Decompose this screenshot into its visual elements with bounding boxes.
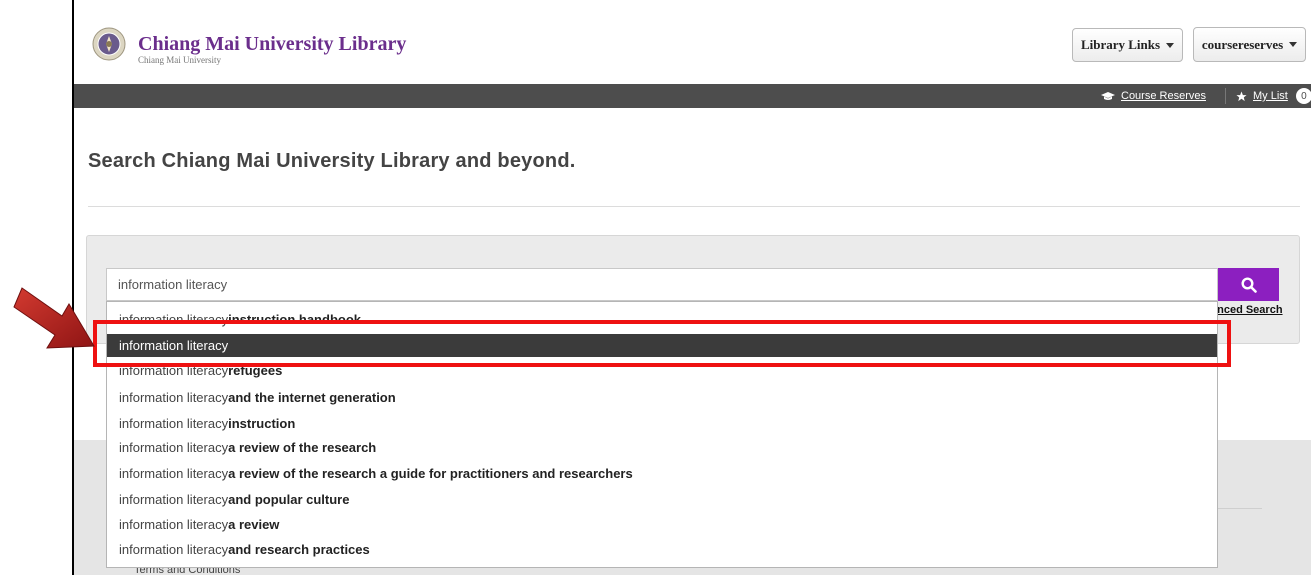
my-list-link[interactable]: My List 0 bbox=[1236, 84, 1311, 108]
suggestion-suffix: instruction bbox=[228, 416, 296, 431]
suggestion-prefix: information literacy bbox=[119, 542, 229, 557]
course-reserves-link[interactable]: Course Reserves bbox=[1101, 84, 1206, 108]
account-dropdown[interactable]: coursereserves bbox=[1193, 27, 1306, 62]
search-input[interactable] bbox=[106, 268, 1218, 301]
caret-down-icon bbox=[1166, 42, 1175, 48]
nav-divider bbox=[1225, 88, 1226, 104]
search-button[interactable] bbox=[1218, 268, 1279, 301]
suggestion-item[interactable]: information literacy instruction handboo… bbox=[107, 308, 1217, 331]
suggestion-item[interactable]: information literacy instruction bbox=[107, 412, 1217, 435]
my-list-count-badge: 0 bbox=[1295, 88, 1311, 104]
library-links-label: Library Links bbox=[1080, 37, 1161, 52]
suggestion-suffix: and popular culture bbox=[228, 492, 350, 507]
suggestion-suffix: a review bbox=[228, 517, 280, 532]
star-icon bbox=[1236, 90, 1247, 101]
suggestion-prefix: information literacy bbox=[119, 492, 229, 507]
suggestion-item[interactable]: information literacy and popular culture bbox=[107, 488, 1217, 511]
caret-down-icon bbox=[1289, 42, 1298, 47]
suggestion-item[interactable]: information literacy a review of the res… bbox=[107, 462, 1217, 485]
suggestion-prefix: information literacy bbox=[119, 466, 229, 481]
suggestion-suffix: and research practices bbox=[228, 542, 370, 557]
suggestion-item-active[interactable]: information literacy bbox=[107, 334, 1217, 357]
suggestion-prefix: information literacy bbox=[119, 416, 229, 431]
logo-emblem-icon[interactable] bbox=[92, 27, 126, 61]
suggestion-prefix: information literacy bbox=[119, 312, 229, 327]
suggestion-prefix: information literacy bbox=[119, 338, 229, 353]
suggestion-prefix: information literacy bbox=[119, 517, 229, 532]
library-links-dropdown[interactable]: Library Links bbox=[1072, 28, 1183, 62]
suggestion-suffix: a review of the research bbox=[228, 440, 377, 455]
page: Chiang Mai University Library Chiang Mai… bbox=[72, 0, 1311, 575]
pointer-arrow-icon bbox=[13, 287, 95, 349]
search-icon bbox=[1240, 276, 1257, 293]
graduation-cap-icon bbox=[1101, 92, 1115, 100]
suggestion-prefix: information literacy bbox=[119, 363, 229, 378]
advanced-search-link[interactable]: anced Search bbox=[1211, 304, 1283, 316]
suggestion-suffix: instruction handbook bbox=[228, 312, 361, 327]
suggestion-item[interactable]: information literacy a review bbox=[107, 513, 1217, 536]
account-label: coursereserves bbox=[1201, 36, 1284, 52]
nav-bar: Course Reserves My List 0 bbox=[74, 84, 1311, 108]
suggestion-prefix: information literacy bbox=[119, 390, 229, 405]
autocomplete-dropdown: information literacy instruction handboo… bbox=[106, 301, 1218, 568]
course-reserves-label: Course Reserves bbox=[1121, 90, 1206, 102]
top-header: Chiang Mai University Library Chiang Mai… bbox=[74, 0, 1311, 84]
my-list-label: My List bbox=[1253, 90, 1288, 102]
brand-title[interactable]: Chiang Mai University Library bbox=[138, 33, 406, 56]
page-heading: Search Chiang Mai University Library and… bbox=[88, 150, 576, 172]
brand-subtitle: Chiang Mai University bbox=[138, 55, 221, 65]
suggestion-item[interactable]: information literacy refugees bbox=[107, 359, 1217, 382]
divider bbox=[88, 206, 1300, 207]
suggestion-prefix: information literacy bbox=[119, 440, 229, 455]
suggestion-suffix: a review of the research a guide for pra… bbox=[228, 466, 633, 481]
suggestion-suffix: refugees bbox=[228, 363, 283, 378]
suggestion-item[interactable]: information literacy and research practi… bbox=[107, 538, 1217, 561]
suggestion-item[interactable]: information literacy and the internet ge… bbox=[107, 386, 1217, 409]
suggestion-item[interactable]: information literacy a review of the res… bbox=[107, 436, 1217, 459]
suggestion-suffix: and the internet generation bbox=[228, 390, 396, 405]
